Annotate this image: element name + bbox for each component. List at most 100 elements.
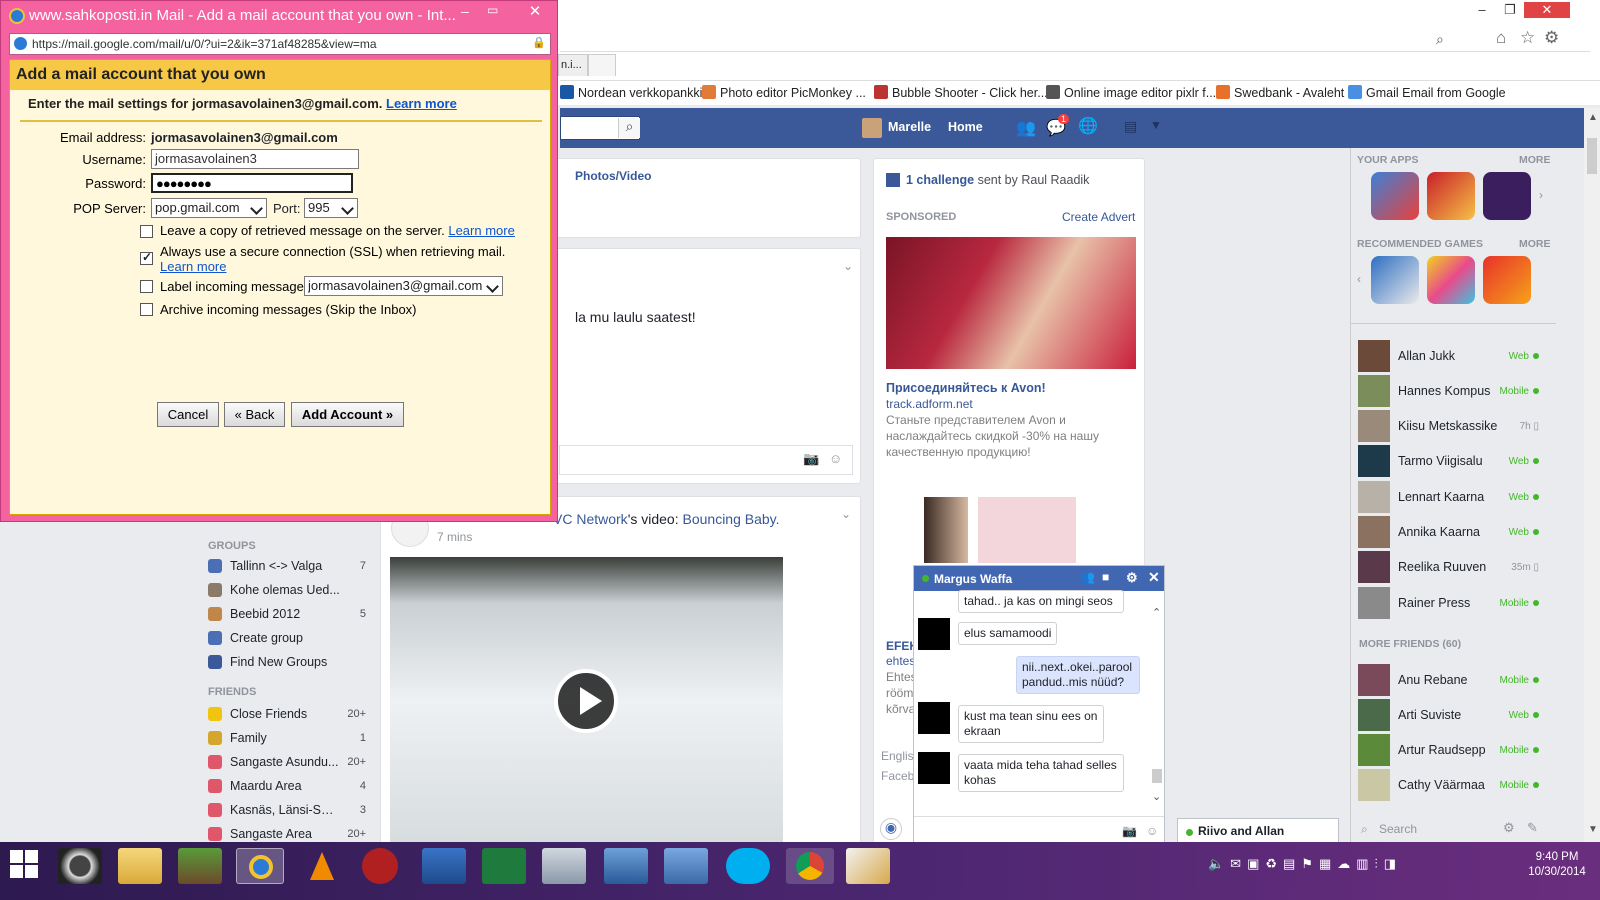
home-icon[interactable]: ⌂ <box>1496 28 1506 48</box>
page-scrollbar[interactable]: ▲ ▼ <box>1584 108 1600 842</box>
minimize-button[interactable]: – <box>1468 2 1496 17</box>
chevron-right-icon[interactable]: › <box>1539 188 1543 202</box>
add-account-button[interactable]: Add Account » <box>291 402 404 427</box>
search-icon[interactable]: ⌕ <box>1436 31 1444 48</box>
close-icon[interactable]: ✕ <box>1148 569 1160 586</box>
more-games-link[interactable]: MORE <box>1519 238 1551 250</box>
play-icon[interactable] <box>554 669 618 733</box>
more-apps-link[interactable]: MORE <box>1519 154 1551 166</box>
friend-list-item[interactable]: Family 1 <box>208 730 368 750</box>
group-item[interactable]: Tallinn <-> Valga 7 <box>208 558 368 578</box>
friend-row[interactable]: Kiisu Metskassike 7h ▯ <box>1358 410 1543 444</box>
camera-icon[interactable]: 📷 <box>1122 824 1137 838</box>
home-link[interactable]: Home <box>948 120 983 134</box>
friend-row[interactable]: Rainer Press Mobile <box>1358 587 1543 621</box>
scroll-down-icon[interactable]: ⌄ <box>1152 790 1161 803</box>
friend-list-item[interactable]: Maardu Area 4 <box>208 778 368 798</box>
popup-address-bar[interactable]: https://mail.google.com/mail/u/0/?ui=2&i… <box>9 33 551 55</box>
lock-icon[interactable]: ▤ <box>1124 118 1137 135</box>
ad-title[interactable]: Присоединяйтесь к Avon! <box>886 381 1046 395</box>
leave-copy-checkbox[interactable] <box>140 225 153 238</box>
scroll-up-icon[interactable]: ⌃ <box>1152 606 1161 619</box>
chat-header[interactable]: Margus Waffa 👥 ■ ⚙ ✕ <box>914 566 1164 591</box>
globe-icon[interactable]: 🌐 <box>1078 116 1098 136</box>
camera-icon[interactable]: 📷 <box>803 451 819 467</box>
remote-desktop-icon[interactable] <box>604 848 648 884</box>
windows-start-icon[interactable] <box>10 850 38 878</box>
emoji-icon[interactable]: ☺ <box>1146 824 1158 838</box>
browser-tab[interactable]: n.i... <box>558 54 588 76</box>
back-button[interactable]: « Back <box>224 402 285 427</box>
system-tray-icons[interactable]: 🔈✉▣♻▤⚑▦☁▥⫶◨ <box>1208 856 1402 872</box>
game-icon[interactable] <box>1483 256 1531 304</box>
sidebar-search-input[interactable]: Search <box>1379 822 1417 836</box>
label-select[interactable]: jormasavolainen3@gmail.com <box>304 276 503 296</box>
username-input[interactable]: jormasavolainen3 <box>151 149 359 169</box>
avatar[interactable] <box>862 118 882 138</box>
create-advert-link[interactable]: Create Advert <box>1062 210 1135 224</box>
ad2-image-2[interactable] <box>978 497 1076 563</box>
emoji-icon[interactable]: ☺ <box>829 451 842 466</box>
bookmark-item[interactable]: Bubble Shooter - Click her... <box>874 85 1048 100</box>
gear-icon[interactable]: ⚙ <box>1544 28 1559 48</box>
group-item[interactable]: Beebid 2012 5 <box>208 606 368 626</box>
app-icon[interactable] <box>1371 172 1419 220</box>
power-icon[interactable] <box>362 848 398 884</box>
ad-image[interactable] <box>886 237 1136 369</box>
add-friend-icon[interactable]: 👥 <box>1080 570 1095 584</box>
settings-app-icon[interactable] <box>664 848 708 884</box>
app-icon[interactable] <box>1427 172 1475 220</box>
friend-row[interactable]: Allan Jukk Web <box>1358 340 1543 374</box>
control-panel-icon[interactable] <box>422 848 466 884</box>
friend-row[interactable]: Reelika Ruuven 35m ▯ <box>1358 551 1543 585</box>
compose-icon[interactable]: ✎ <box>1527 820 1538 836</box>
close-button[interactable]: ✕ <box>515 1 555 23</box>
friend-list-item[interactable]: Kasnäs, Länsi-Suo... 3 <box>208 802 368 822</box>
footer-facebook[interactable]: Faceb <box>881 769 914 783</box>
maximize-button[interactable]: ❐ <box>1496 2 1524 18</box>
internet-explorer-icon[interactable] <box>236 848 284 884</box>
bookmark-item[interactable]: Nordean verkkopankki <box>560 85 702 100</box>
excel-icon[interactable] <box>482 848 526 884</box>
bookmark-item[interactable]: Swedbank - Avaleht <box>1216 85 1344 100</box>
globe-icon[interactable]: ◉ <box>880 818 902 840</box>
create-group-link[interactable]: Create group <box>208 630 368 650</box>
friend-row[interactable]: Hannes Kompus Mobile <box>1358 375 1543 409</box>
file-explorer-icon[interactable] <box>118 848 162 884</box>
friend-row[interactable]: Artur Raudsepp Mobile <box>1358 734 1543 768</box>
group-item[interactable]: Kohe olemas Ued... <box>208 582 368 602</box>
paint-icon[interactable] <box>846 848 890 884</box>
find-groups-link[interactable]: Find New Groups <box>208 654 368 674</box>
chevron-down-icon[interactable]: ⌄ <box>841 507 851 521</box>
bookmark-item[interactable]: Gmail Email from Google <box>1348 85 1506 100</box>
chrome-icon[interactable] <box>786 848 834 884</box>
friend-row[interactable]: Tarmo Viigisalu Web <box>1358 445 1543 479</box>
learn-more-link[interactable]: Learn more <box>160 259 226 274</box>
cancel-button[interactable]: Cancel <box>157 402 219 427</box>
scrollbar-thumb[interactable] <box>1587 138 1597 174</box>
challenge-notice[interactable]: 1 challenge sent by Raul Raadik <box>906 173 1089 187</box>
skype-icon[interactable] <box>726 848 770 884</box>
media-player-icon[interactable] <box>58 848 102 884</box>
friend-row[interactable]: Arti Suviste Web <box>1358 699 1543 733</box>
learn-more-link[interactable]: Learn more <box>448 223 514 238</box>
scroll-down-icon[interactable]: ▼ <box>1588 824 1598 835</box>
video-call-icon[interactable]: ■ <box>1102 570 1109 584</box>
chevron-left-icon[interactable]: ‹ <box>1357 272 1361 286</box>
friend-row[interactable]: Anu Rebane Mobile <box>1358 664 1543 698</box>
label-checkbox[interactable] <box>140 280 153 293</box>
minimize-button[interactable]: – <box>461 3 483 19</box>
port-select[interactable]: 995 <box>304 198 358 218</box>
new-tab-button[interactable] <box>588 54 616 76</box>
friend-list-item[interactable]: Close Friends 20+ <box>208 706 368 726</box>
friend-row[interactable]: Annika Kaarna Web <box>1358 516 1543 550</box>
game-icon[interactable] <box>1371 256 1419 304</box>
chevron-down-icon[interactable]: ⌄ <box>843 259 853 273</box>
system-clock[interactable]: 9:40 PM 10/30/2014 <box>1522 850 1592 880</box>
search-icon[interactable]: ⌕ <box>618 118 640 138</box>
scrollbar-thumb[interactable] <box>1152 769 1162 783</box>
maximize-button[interactable]: ▭ <box>487 3 509 17</box>
ssl-checkbox[interactable]: ✓ <box>140 250 153 265</box>
bookmark-item[interactable]: Photo editor PicMonkey ... <box>702 85 866 100</box>
app-icon[interactable] <box>1483 172 1531 220</box>
